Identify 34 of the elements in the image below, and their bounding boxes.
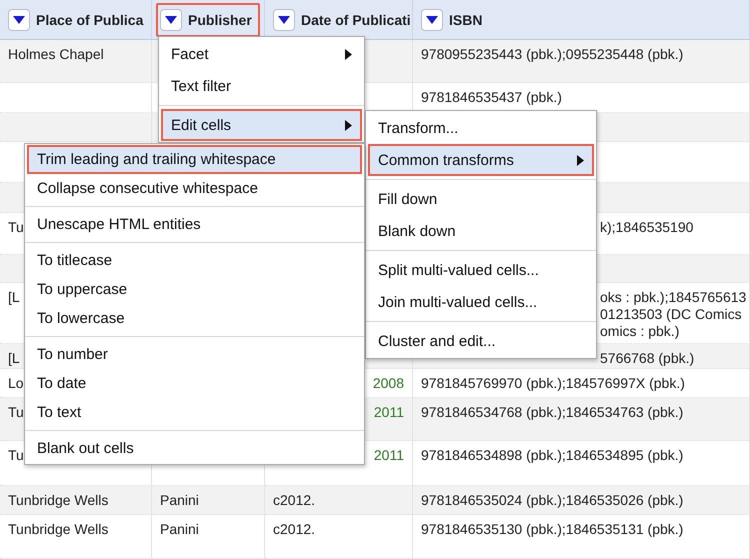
table-cell: Panini <box>152 486 265 515</box>
menu-item[interactable]: Facet <box>161 38 362 70</box>
table-cell: Tunbridge Wells <box>0 486 152 515</box>
caret-icon <box>165 16 177 24</box>
column-title: Date of Publicati <box>301 12 411 28</box>
table-cell: 9781846535130 (pbk.);1846535131 (pbk.) <box>413 515 750 559</box>
column-title: Place of Publica <box>36 12 144 28</box>
table-cell: 9781846534898 (pbk.);1846534895 (pbk.) <box>413 441 750 486</box>
menu-item[interactable]: Collapse consecutive whitespace <box>27 174 362 203</box>
caret-icon <box>13 16 25 24</box>
table-cell: c2012. <box>265 515 413 559</box>
table-cell: 9781846535024 (pbk.);1846535026 (pbk.) <box>413 486 750 515</box>
menu-item[interactable]: Edit cells <box>161 109 362 141</box>
menu-item[interactable]: Common transforms <box>368 144 594 176</box>
caret-icon <box>278 16 290 24</box>
column-menu-button[interactable] <box>8 8 30 30</box>
caret-icon <box>426 16 438 24</box>
menu-item[interactable]: Fill down <box>368 183 594 215</box>
menu-item[interactable]: Trim leading and trailing whitespace <box>27 145 362 174</box>
menu-item[interactable]: Text filter <box>161 70 362 102</box>
column-menu-button[interactable] <box>421 8 443 30</box>
table-cell: Tunbridge Wells <box>0 515 152 559</box>
column-title: ISBN <box>449 12 482 28</box>
menu-item[interactable]: Split multi-valued cells... <box>368 254 594 286</box>
table-cell: Holmes Chapel <box>0 40 152 83</box>
column-title: Publisher <box>188 12 252 28</box>
table-cell: 9781845769970 (pbk.);184576997X (pbk.) <box>413 369 750 398</box>
table-cell: 9781846534768 (pbk.);1846534763 (pbk.) <box>413 398 750 441</box>
menu-item[interactable]: Transform... <box>368 112 594 144</box>
table-cell: c2012. <box>265 486 413 515</box>
column-menu-button[interactable] <box>273 8 295 30</box>
table-cell: 9780955235443 (pbk.);0955235448 (pbk.) <box>413 40 750 83</box>
column-menu-button[interactable] <box>160 8 182 30</box>
table-cell: Panini <box>152 515 265 559</box>
